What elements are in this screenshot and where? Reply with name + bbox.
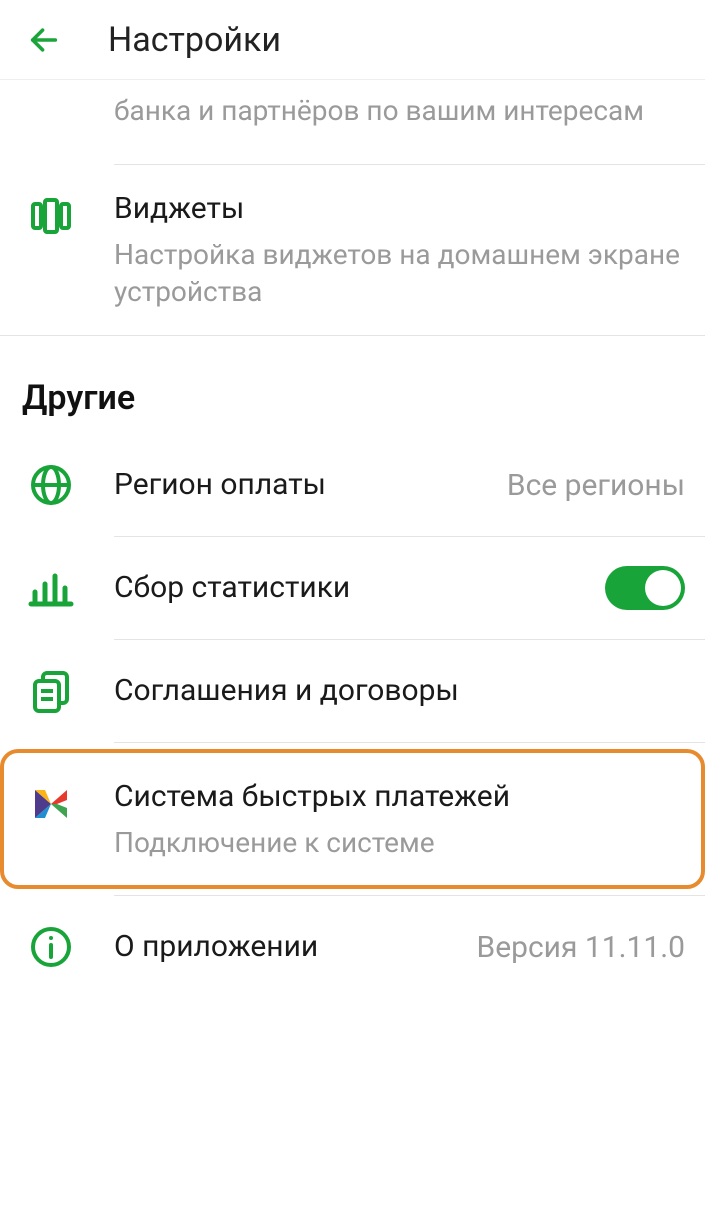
item-title: Сбор статистики [114, 568, 605, 609]
page-title: Настройки [108, 20, 281, 60]
statistics-toggle[interactable] [605, 566, 685, 610]
back-button[interactable] [20, 16, 68, 64]
settings-list: банка и партнёров по вашим интересам Вид… [0, 80, 705, 998]
settings-item-sbp-highlight: Система быстрых платежей Подключение к с… [0, 749, 705, 889]
divider [114, 742, 705, 743]
item-title: Регион оплаты [114, 465, 495, 506]
settings-item-widgets[interactable]: Виджеты Настройка виджетов на домашнем э… [0, 165, 705, 335]
settings-item-sbp[interactable]: Система быстрых платежей Подключение к с… [4, 753, 701, 885]
widgets-icon [24, 189, 78, 243]
placeholder-icon [24, 86, 78, 140]
app-header: Настройки [0, 0, 705, 80]
item-subtitle: банка и партнёров по вашим интересам [114, 92, 685, 130]
item-value: Версия 11.11.0 [477, 930, 686, 965]
settings-item-statistics[interactable]: Сбор статистики [0, 537, 705, 639]
item-title: Система быстрых платежей [114, 777, 681, 818]
arrow-left-icon [27, 23, 61, 57]
item-value: Все регионы [507, 468, 685, 503]
item-title: О приложении [114, 927, 465, 968]
item-subtitle: Настройка виджетов на домашнем экране ус… [114, 236, 685, 312]
item-title: Соглашения и договоры [114, 671, 685, 712]
item-title: Виджеты [114, 189, 685, 230]
settings-item-partial[interactable]: банка и партнёров по вашим интересам [0, 86, 705, 164]
settings-item-agreements[interactable]: Соглашения и договоры [0, 640, 705, 742]
settings-item-about[interactable]: О приложении Версия 11.11.0 [0, 896, 705, 998]
bar-chart-icon [24, 561, 78, 615]
toggle-knob [645, 570, 681, 606]
sbp-icon [24, 777, 78, 831]
globe-icon [24, 458, 78, 512]
item-subtitle: Подключение к системе [114, 824, 681, 862]
section-other-title: Другие [0, 336, 705, 434]
documents-icon [24, 664, 78, 718]
settings-item-region[interactable]: Регион оплаты Все регионы [0, 434, 705, 536]
info-icon [24, 920, 78, 974]
